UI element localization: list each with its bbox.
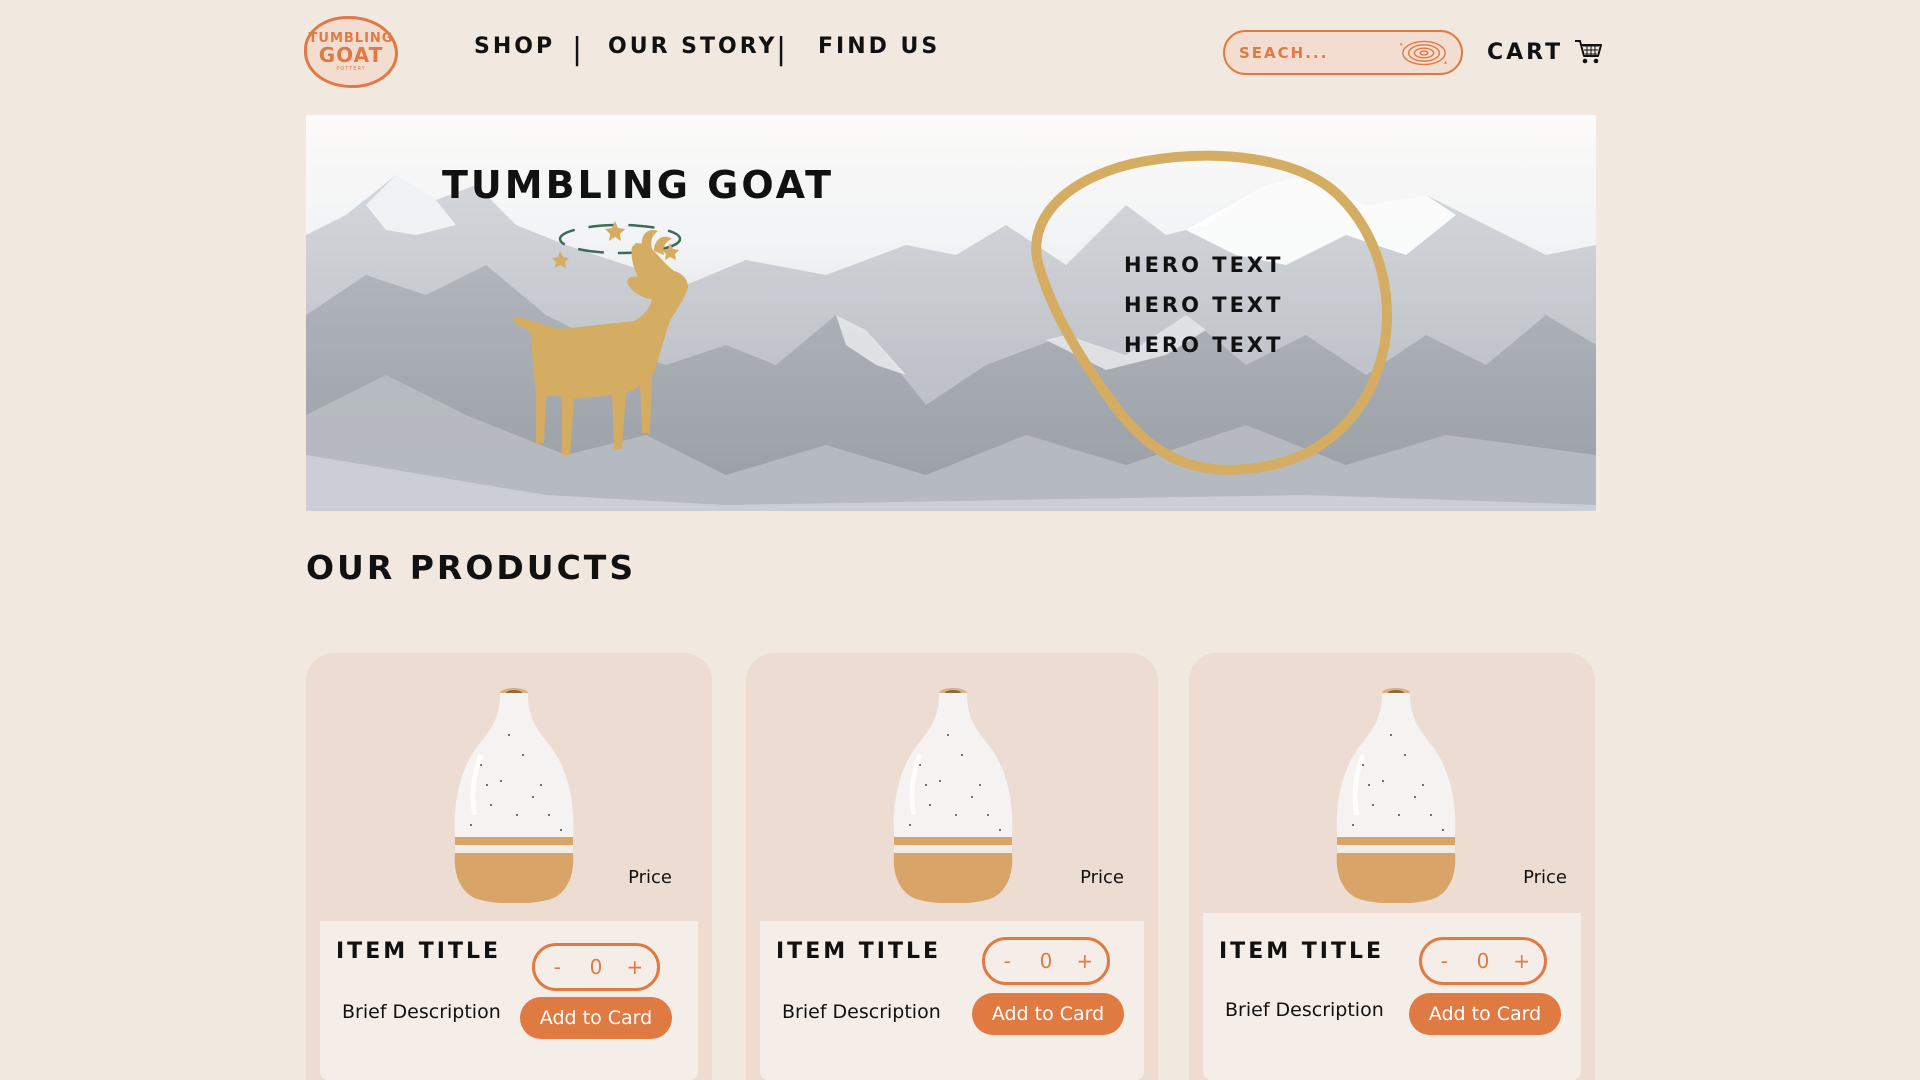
cart-icon xyxy=(1575,40,1603,64)
product-photo: Price xyxy=(1189,653,1595,921)
hero-title: TUMBLING GOAT xyxy=(442,163,834,207)
nav-our-story[interactable]: OUR STORY xyxy=(608,34,777,59)
decrement-button[interactable]: - xyxy=(1432,949,1456,973)
product-photo: Price xyxy=(306,653,712,921)
product-title[interactable]: ITEM TITLE xyxy=(336,939,501,964)
logo-line-3: POTTERY xyxy=(336,66,366,72)
section-title-products: OUR PRODUCTS xyxy=(306,548,637,587)
add-to-cart-button[interactable]: Add to Card xyxy=(972,993,1124,1035)
quantity-stepper: - 0 + xyxy=(1419,937,1547,985)
goat-icon xyxy=(513,221,688,455)
product-photo: Price xyxy=(746,653,1158,921)
product-info: ITEM TITLE Brief Description - 0 + Add t… xyxy=(760,921,1144,1080)
hero-text: HERO TEXT HERO TEXT HERO TEXT xyxy=(1124,245,1324,365)
product-price: Price xyxy=(628,867,672,888)
search-box[interactable] xyxy=(1223,30,1463,75)
search-swirl-icon[interactable] xyxy=(1399,37,1449,69)
product-description: Brief Description xyxy=(1225,999,1384,1021)
nav-separator: | xyxy=(776,32,787,67)
cart-label: CART xyxy=(1487,39,1564,65)
hero-banner: TUMBLING GOAT HERO TEXT HERO TEXT HERO T… xyxy=(306,115,1596,511)
product-card: Price ITEM TITLE Brief Description - 0 +… xyxy=(306,653,712,1080)
increment-button[interactable]: + xyxy=(623,955,647,979)
cart-button[interactable]: CART xyxy=(1487,38,1603,66)
hero-text-line: HERO TEXT xyxy=(1124,293,1284,317)
product-description: Brief Description xyxy=(342,1001,501,1023)
product-price: Price xyxy=(1523,867,1567,888)
quantity-value: 0 xyxy=(1476,949,1490,973)
search-input[interactable] xyxy=(1239,43,1399,62)
logo[interactable]: TUMBLING GOAT POTTERY xyxy=(304,16,398,88)
increment-button[interactable]: + xyxy=(1510,949,1534,973)
quantity-value: 0 xyxy=(1039,949,1053,973)
product-card: Price ITEM TITLE Brief Description - 0 +… xyxy=(746,653,1158,1080)
vase-image xyxy=(1336,688,1456,903)
product-card: Price ITEM TITLE Brief Description - 0 +… xyxy=(1189,653,1595,1080)
vase-image xyxy=(893,688,1013,903)
nav-find-us[interactable]: FIND US xyxy=(818,34,940,59)
product-title[interactable]: ITEM TITLE xyxy=(1219,939,1384,964)
product-title[interactable]: ITEM TITLE xyxy=(776,939,941,964)
logo-line-2: GOAT xyxy=(318,43,384,67)
product-price: Price xyxy=(1080,867,1124,888)
decrement-button[interactable]: - xyxy=(995,949,1019,973)
add-to-cart-button[interactable]: Add to Card xyxy=(520,997,672,1039)
product-description: Brief Description xyxy=(782,1001,941,1023)
nav-separator: | xyxy=(572,32,583,67)
quantity-stepper: - 0 + xyxy=(982,937,1110,985)
hero-text-line: HERO TEXT xyxy=(1124,253,1284,277)
quantity-value: 0 xyxy=(589,955,603,979)
vase-image xyxy=(454,688,574,903)
nav-shop[interactable]: SHOP xyxy=(474,34,555,59)
product-info: ITEM TITLE Brief Description - 0 + Add t… xyxy=(320,921,698,1080)
add-to-cart-button[interactable]: Add to Card xyxy=(1409,993,1561,1035)
decrement-button[interactable]: - xyxy=(545,955,569,979)
hero-text-line: HERO TEXT xyxy=(1124,333,1284,357)
increment-button[interactable]: + xyxy=(1073,949,1097,973)
quantity-stepper: - 0 + xyxy=(532,943,660,991)
product-info: ITEM TITLE Brief Description - 0 + Add t… xyxy=(1203,913,1581,1080)
